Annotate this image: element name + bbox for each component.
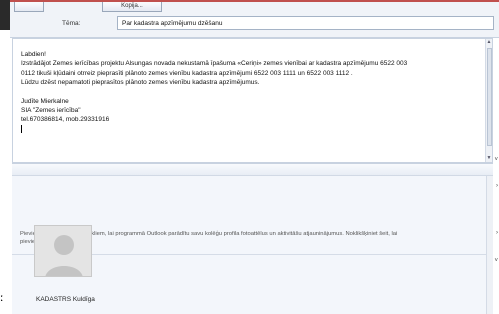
scroll-down-arrow-icon[interactable]: ▼ [486, 155, 492, 162]
chevron-down-icon[interactable]: ˅ [494, 157, 498, 163]
message-header: Kopija... Tēma: Par kadastra apzīmējumu … [10, 2, 499, 38]
message-body-text[interactable]: Labdien! Izstrādājot Zemes ierīcības pro… [21, 50, 487, 134]
message-body-editor[interactable]: Labdien! Izstrādājot Zemes ierīcības pro… [12, 38, 493, 163]
greeting-line: Labdien! [21, 51, 46, 58]
social-pane-scrollbar[interactable] [486, 176, 493, 314]
chevron-right-icon-2[interactable]: › [496, 230, 498, 236]
background-desktop-strip: ː [0, 0, 10, 314]
desktop-dark-block [0, 0, 10, 30]
desktop-glyph: ː [0, 293, 4, 304]
contact-avatar-icon [34, 225, 92, 277]
body-line-2: 0112 tikuši kļūdaini otrreiz pieprasīti … [21, 69, 353, 77]
signature-name: Judīte Mierkalne [21, 97, 69, 105]
body-line-1: Izstrādājot Zemes ierīcības projektu Als… [21, 60, 408, 68]
text-caret-line [21, 125, 487, 134]
signature-phone: tel.670386814, mob.29331916 [21, 116, 110, 124]
pane-splitter[interactable] [12, 164, 493, 176]
cc-button[interactable]: Kopija... [102, 2, 162, 12]
subject-label: Tēma: [62, 20, 81, 27]
chevron-right-icon[interactable]: › [496, 183, 498, 189]
chevron-down-icon-2[interactable]: ˅ [494, 258, 498, 264]
contact-name[interactable]: KADASTRS Kuldīga [36, 296, 106, 303]
body-line-3: Lūdzu dzēst nepamatoti pieprasītos plāno… [21, 79, 260, 87]
text-caret [21, 125, 22, 134]
person-silhouette-icon [35, 226, 91, 276]
subject-input[interactable]: Par kadastra apzīmējumu dzēšanu [117, 16, 494, 30]
scroll-thumb[interactable] [487, 48, 492, 146]
body-vertical-scrollbar[interactable]: ▲ ▼ [485, 39, 492, 162]
scroll-up-arrow-icon[interactable]: ▲ [486, 39, 492, 46]
contact-profile-card[interactable] [34, 225, 92, 277]
send-button-edge[interactable] [14, 2, 44, 12]
signature-company: SIA "Zemes ierīcība" [21, 107, 81, 115]
